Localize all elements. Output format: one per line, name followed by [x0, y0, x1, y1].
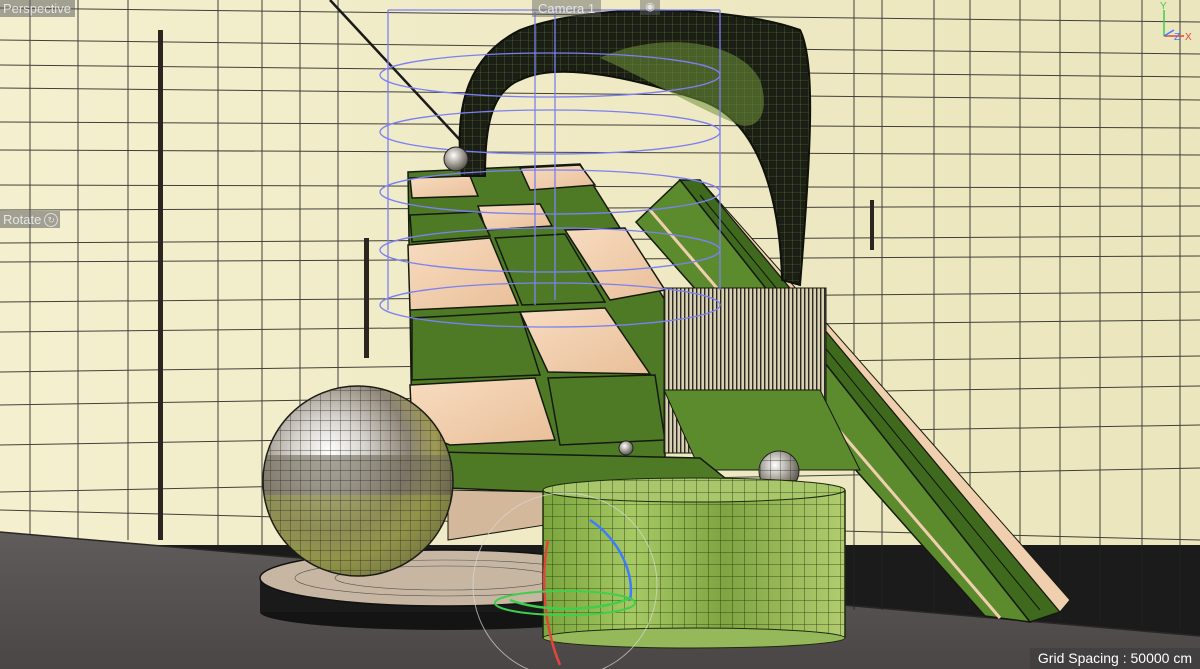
- grid-spacing-status: Grid Spacing : 50000 cm: [1029, 648, 1200, 669]
- small-sphere-top[interactable]: [443, 146, 469, 172]
- axis-orientation-widget: Y X Z: [1160, 1, 1192, 43]
- mode-label[interactable]: Rotate ↻: [0, 211, 61, 228]
- axis-x-label: X: [1185, 32, 1192, 43]
- axis-z-label: Z: [1174, 32, 1180, 43]
- axis-y-label: Y: [1160, 1, 1167, 12]
- green-cylinder[interactable]: [542, 477, 846, 649]
- small-sphere-mid[interactable]: [618, 440, 634, 456]
- 3d-viewport[interactable]: Perspective Camera 1 ◉ Rotate ↻ Y X Z Gr…: [0, 0, 1200, 669]
- scene-canvas[interactable]: [0, 0, 1200, 669]
- camera-icon[interactable]: ◉: [640, 0, 660, 15]
- view-label[interactable]: Perspective: [0, 0, 75, 17]
- mode-text: Rotate: [3, 212, 42, 227]
- camera-label[interactable]: Camera 1: [532, 0, 602, 17]
- rotate-icon: ↻: [44, 212, 59, 227]
